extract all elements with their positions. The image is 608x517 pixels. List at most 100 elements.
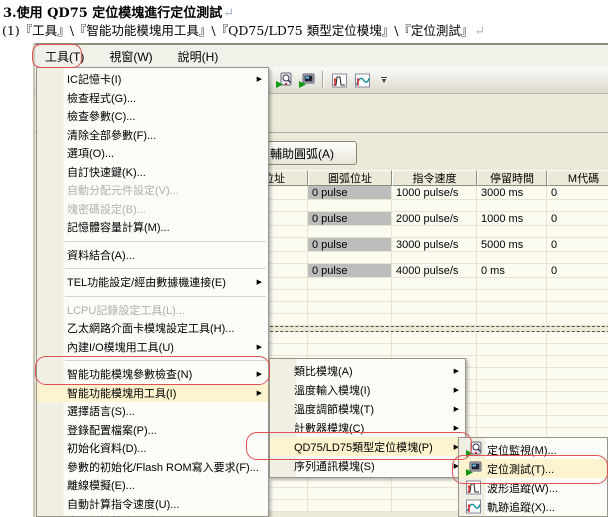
menu-item-positioning-test[interactable]: 定位測試(T)... — [459, 459, 607, 478]
menu-item-label: 類比模塊(A) — [294, 363, 353, 379]
grid-cell[interactable]: 4000 pulse/s — [392, 264, 477, 278]
menu-item-positioning-monitor[interactable]: 定位監視(M)... — [459, 440, 607, 459]
grid-cell — [477, 314, 547, 326]
toolbar-locus-trace-button[interactable] — [351, 69, 373, 91]
menu-item-check-parameter[interactable]: 檢查參數(C)... — [37, 107, 268, 126]
submenu-arrow-icon: ▶ — [257, 389, 262, 397]
grid-cell[interactable]: 0 — [547, 264, 608, 278]
grid-cell[interactable]: 0 ms — [477, 264, 547, 278]
menu-item-register-profile[interactable]: 登錄配置檔案(P)... — [37, 421, 268, 440]
menu-item-tel-function-modem[interactable]: TEL功能設定/經由數據機連接(E)▶ — [37, 273, 268, 292]
menu-item-label: 智能功能模塊用工具(I) — [67, 385, 176, 401]
grid-data-row: 0 pulse1000 pulse/s3000 ms0 — [240, 186, 608, 200]
test-icon — [463, 460, 483, 477]
menu-item-serial-communication-module[interactable]: 序列通訊模塊(S)▶ — [270, 456, 465, 475]
menu-item-ethernet-adapter-module-tool[interactable]: 乙太網路介面卡模塊設定工具(H)... — [37, 319, 268, 338]
grid-cell — [392, 290, 477, 302]
screenshot-page: 3.使用 QD75 定位模塊進行定位測試↵ (1)『工具』\『智能功能模塊用工具… — [0, 0, 608, 517]
menu-item-intelligent-module-tool[interactable]: 智能功能模塊用工具(I) ▶ — [37, 384, 268, 403]
grid-cell[interactable]: 3000 pulse/s — [392, 238, 477, 252]
menu-item-label: 離線模擬(E)... — [67, 477, 135, 493]
grid-spacer-row — [240, 252, 608, 264]
menu-item-check-program[interactable]: 檢查程式(G)... — [37, 89, 268, 108]
grid-cell[interactable]: 1000 ms — [477, 212, 547, 226]
grid-cell — [547, 368, 608, 380]
grid-cell — [477, 290, 547, 302]
menu-item-offline-simulation[interactable]: 離線模擬(E)... — [37, 476, 268, 495]
menu-item-label: 溫度輸入模塊(I) — [294, 382, 370, 398]
grid-cell[interactable]: 2000 pulse/s — [392, 212, 477, 226]
grid-cell[interactable]: 0 pulse — [308, 238, 392, 252]
grid-cell — [392, 344, 477, 356]
grid-cell[interactable]: 0 — [547, 238, 608, 252]
menu-item-label: 自動分配元件設定(V)... — [67, 182, 179, 198]
heading-line-1: 3.使用 QD75 定位模塊進行定位測試↵ — [3, 2, 234, 21]
grid-empty-row — [240, 344, 608, 356]
menu-item-label: 資料結合(A)... — [67, 247, 135, 263]
menu-item-builtin-io-module-tool[interactable]: 內建I/O模塊用工具(U)▶ — [37, 338, 268, 357]
toolbar-positioning-monitor-button[interactable] — [272, 69, 294, 91]
menu-item-auto-calc-command-speed[interactable]: 自動計算指令速度(U)... — [37, 495, 268, 514]
grid-cell — [547, 290, 608, 302]
grid-empty-row — [240, 302, 608, 314]
menu-item-label: 選項(O)... — [67, 145, 114, 161]
monitor-icon — [275, 72, 292, 89]
grid-cell — [547, 302, 608, 314]
grid-cell[interactable]: 0 — [547, 186, 608, 200]
menu-item-temperature-input-module[interactable]: 溫度輸入模塊(I)▶ — [270, 380, 465, 399]
grid-cell[interactable]: 0 pulse — [308, 186, 392, 200]
grid-column-header: 圓弧位址 — [308, 170, 392, 186]
grid-cell[interactable]: 3000 ms — [477, 186, 547, 200]
grid-header-row: 位址圓弧位址指令速度停留時間M代碼 — [240, 170, 608, 186]
menu-item-temperature-control-module[interactable]: 溫度調節模塊(T)▶ — [270, 399, 465, 418]
menu-item-ic-memory-card[interactable]: IC記憶卡(I)▶ — [37, 70, 268, 89]
menu-item-label: 智能功能模塊參數檢查(N) — [67, 366, 192, 382]
menubar-item-help[interactable]: 說明(H) — [168, 46, 229, 67]
grid-cell — [547, 404, 608, 416]
toolbar-overflow-chevron-icon[interactable]: ▼ — [378, 69, 390, 91]
grid-cell[interactable]: 0 — [547, 212, 608, 226]
toolbar-positioning-test-button[interactable] — [295, 69, 317, 91]
grid-cell — [392, 200, 477, 212]
menu-item-param-init-flash-rom[interactable]: 參數的初始化/Flash ROM寫入要求(F)... — [37, 458, 268, 477]
grid-cell[interactable]: 5000 ms — [477, 238, 547, 252]
menubar-item-window[interactable]: 視窗(W) — [99, 46, 162, 67]
menu-item-counter-module[interactable]: 計數器模塊(C)▶ — [270, 418, 465, 437]
locus-icon — [354, 72, 371, 89]
menu-item-intelligent-module-param-check[interactable]: 智能功能模塊參數檢查(N)▶ — [37, 365, 268, 384]
heading-line-1-text: 3.使用 QD75 定位模塊進行定位測試 — [3, 6, 222, 21]
menu-item-label: 檢查參數(C)... — [67, 108, 135, 124]
grid-column-header: 停留時間 — [477, 170, 547, 186]
menu-item-customize-keyboard[interactable]: 自訂快速鍵(K)... — [37, 163, 268, 182]
menu-item-label: 乙太網路介面卡模塊設定工具(H)... — [67, 320, 234, 336]
grid-cell[interactable]: 1000 pulse/s — [392, 186, 477, 200]
menu-item-analog-module[interactable]: 類比模塊(A)▶ — [270, 361, 465, 380]
grid-cell — [547, 200, 608, 212]
grid-cell[interactable]: 0 pulse — [308, 212, 392, 226]
heading-line-2-text: (1)『工具』\『智能功能模塊用工具』\『QD75/LD75 類型定位模塊』\『… — [2, 23, 473, 38]
paragraph-mark-icon: ↵ — [474, 23, 484, 38]
menu-item-label: 定位監視(M)... — [487, 442, 557, 458]
menubar-item-tools[interactable]: 工具(T) — [35, 46, 94, 67]
menu-item-locus-trace[interactable]: 軌跡追蹤(X)... — [459, 497, 607, 516]
menu-item-label: 內建I/O模塊用工具(U) — [67, 339, 174, 355]
menu-separator — [65, 358, 266, 361]
grid-cell[interactable]: 0 pulse — [308, 264, 392, 278]
grid-cell — [392, 278, 477, 290]
menu-item-qd75-ld75-positioning-module[interactable]: QD75/LD75類型定位模塊(P)▶ — [270, 437, 465, 456]
menu-item-merge-data[interactable]: 資料結合(A)... — [37, 246, 268, 265]
menu-item-clear-all-parameters[interactable]: 清除全部參數(F)... — [37, 126, 268, 145]
monitor-icon — [463, 441, 483, 458]
menu-item-wave-trace[interactable]: 波形追蹤(W)... — [459, 478, 607, 497]
menu-item-auto-calc-auxiliary-arc[interactable]: 自動計算輔助圓弧(A)... — [37, 513, 268, 517]
grid-spacer-row — [240, 278, 608, 290]
menu-item-initialize-data[interactable]: 初始化資料(D)... — [37, 439, 268, 458]
grid-cell — [547, 392, 608, 404]
grid-cell — [547, 252, 608, 264]
submenu-arrow-icon: ▶ — [454, 424, 459, 432]
grid-cell — [547, 278, 608, 290]
menu-item-memory-capacity-calculation[interactable]: 記憶體容量計算(M)... — [37, 218, 268, 237]
menu-item-options[interactable]: 選項(O)... — [37, 144, 268, 163]
menu-item-select-language[interactable]: 選擇語言(S)... — [37, 402, 268, 421]
toolbar-wave-trace-button[interactable] — [328, 69, 350, 91]
